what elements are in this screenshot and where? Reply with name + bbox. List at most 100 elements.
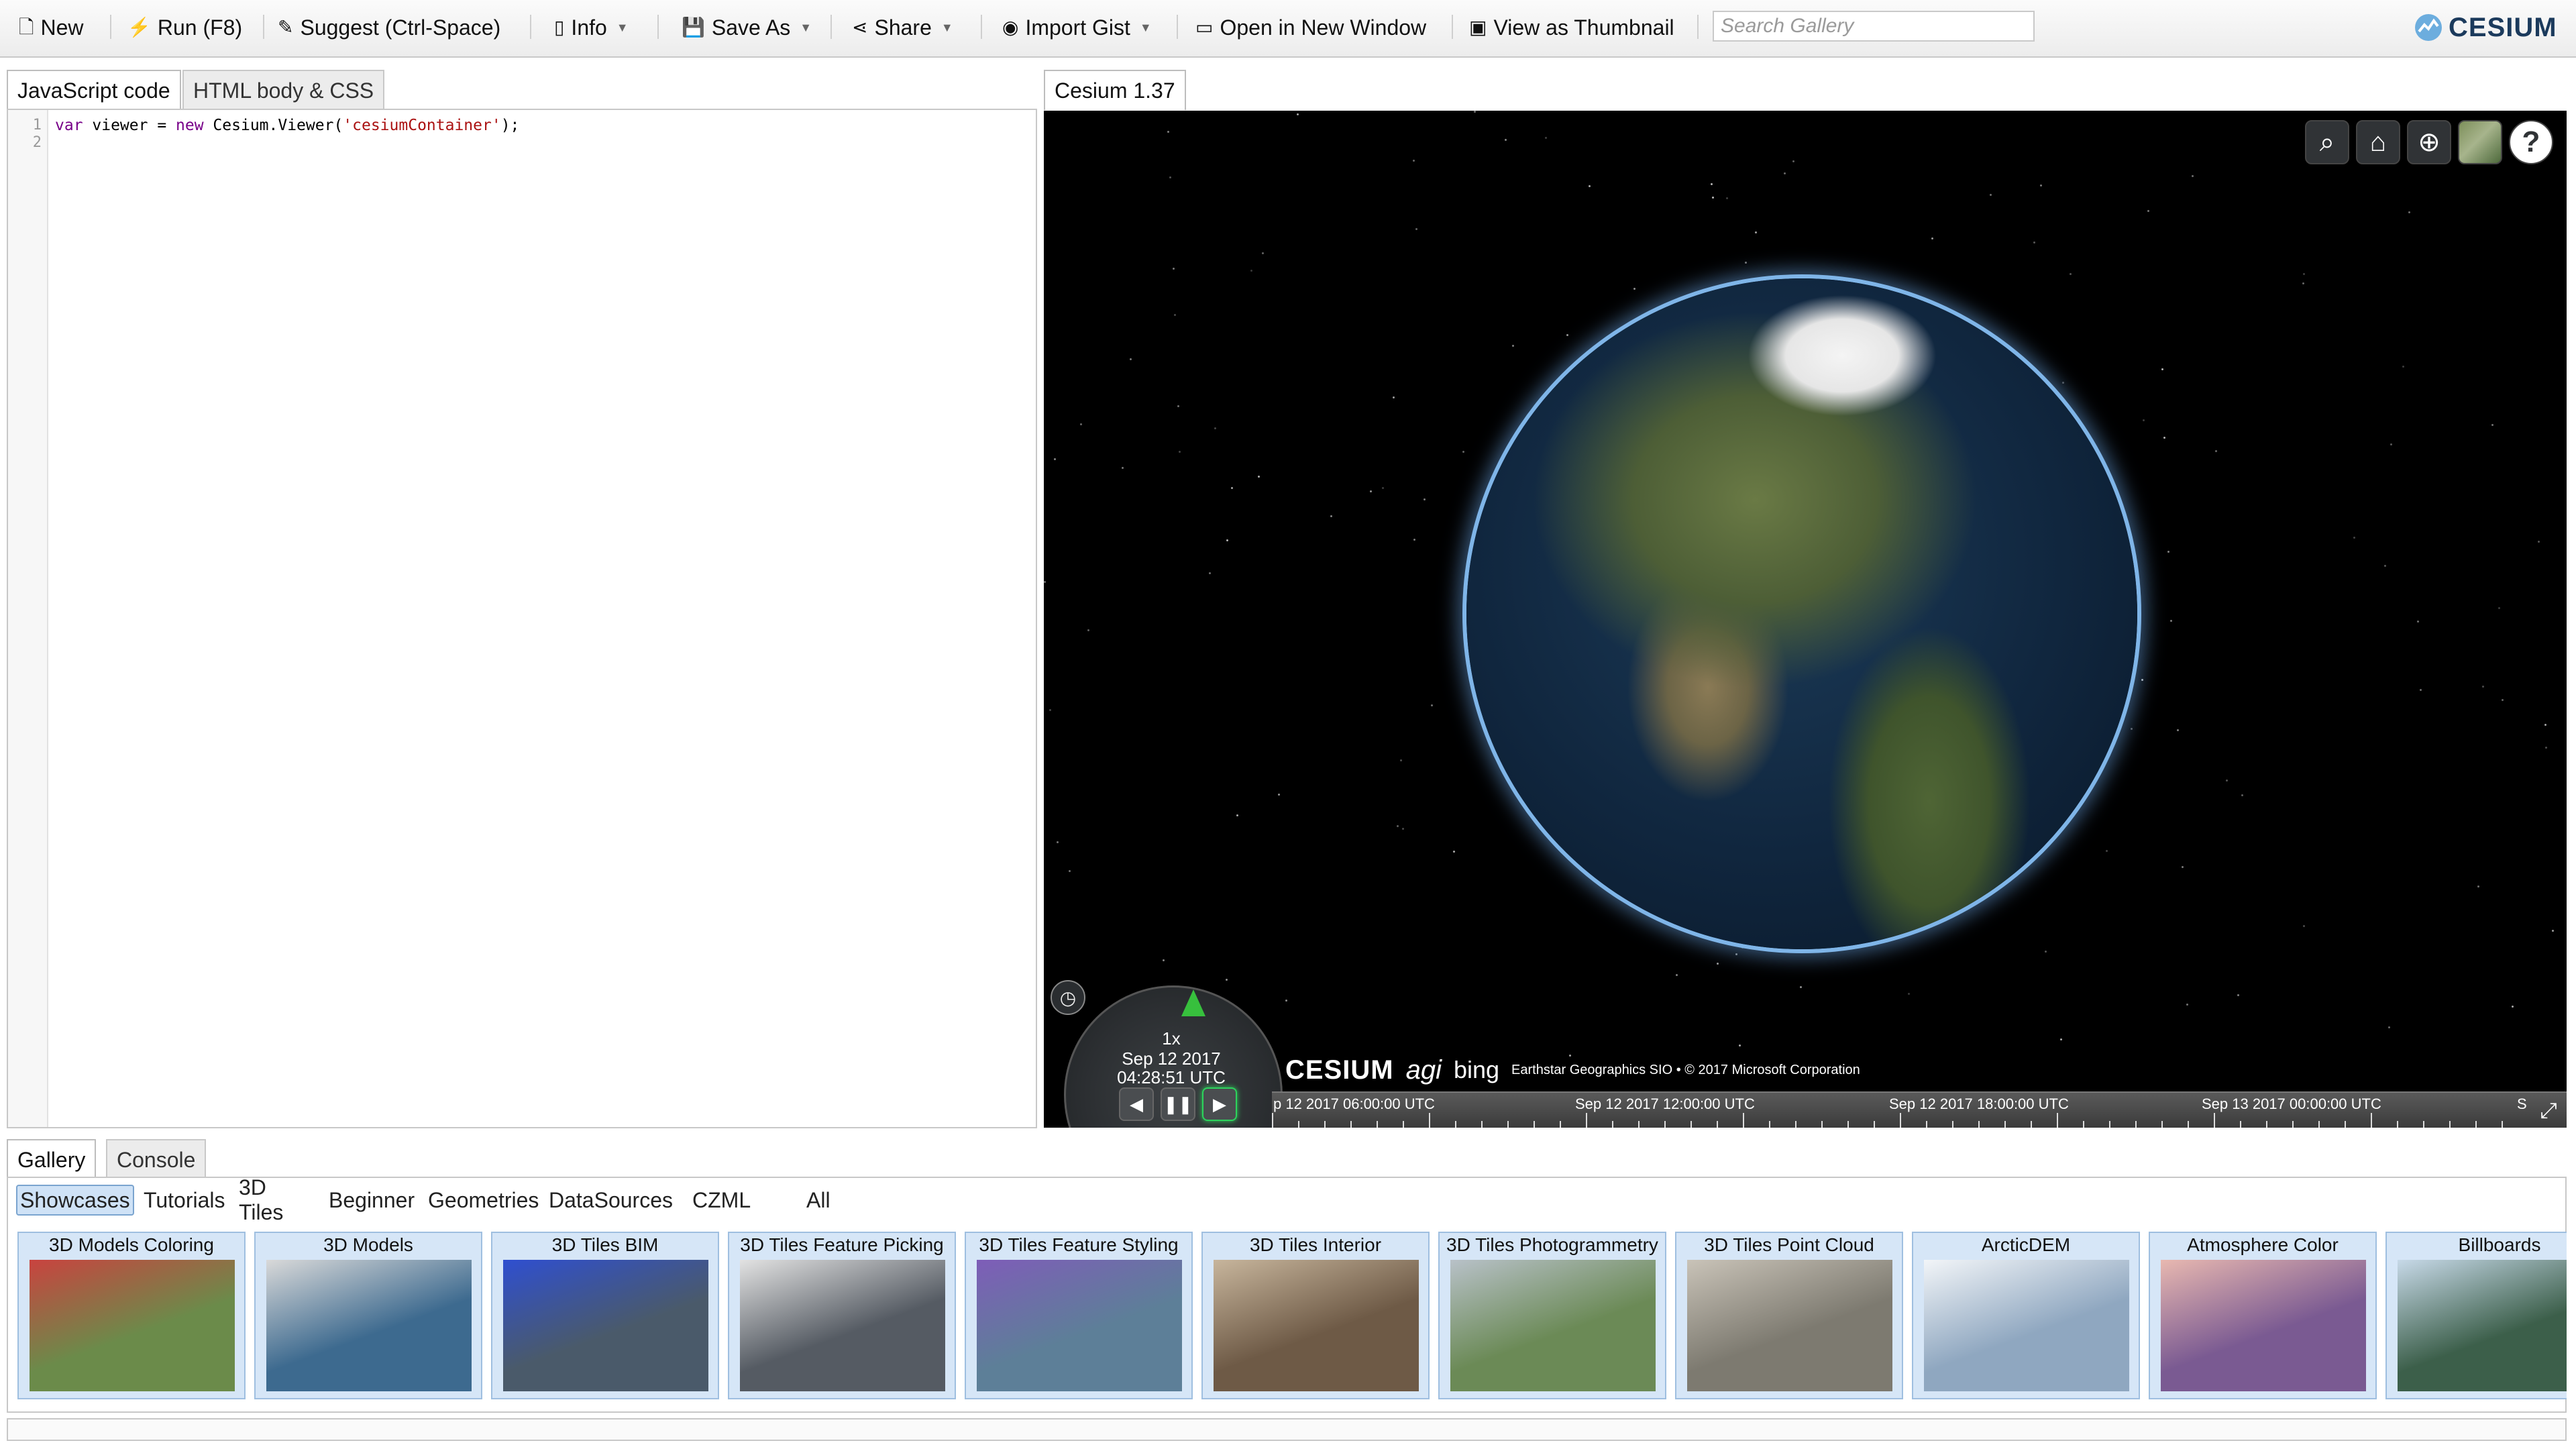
gallery-item[interactable]: ArcticDEM (1912, 1232, 2140, 1399)
bing-credit-logo[interactable]: bing (1454, 1056, 1499, 1084)
cesium-credit-logo[interactable]: CESIUM (1285, 1055, 1394, 1085)
imagery-layer-icon[interactable] (2458, 120, 2502, 164)
star (1297, 113, 1299, 115)
speed-needle-icon[interactable] (1181, 989, 1205, 1016)
category-tutorials[interactable]: Tutorials (141, 1185, 228, 1216)
gallery-item-label: 3D Tiles BIM (551, 1234, 659, 1255)
code-editor[interactable]: 1 2 var viewer = new Cesium.Viewer('cesi… (7, 109, 1037, 1128)
share-button[interactable]: ⋖ Share ▼ (852, 12, 953, 43)
star (1566, 334, 1568, 336)
gallery-panel: Showcases Tutorials 3D Tiles Beginner Ge… (7, 1175, 2567, 1413)
star (2167, 551, 2169, 553)
star (2384, 565, 2386, 567)
category-showcases[interactable]: Showcases (16, 1185, 134, 1216)
star (1057, 841, 1059, 843)
view-thumbnail-label: View as Thumbnail (1493, 15, 1674, 40)
play-forward-button[interactable]: ▶ (1202, 1087, 1237, 1121)
tab-javascript-code[interactable]: JavaScript code (7, 70, 181, 110)
open-new-window-button[interactable]: ▭ Open in New Window (1195, 12, 1426, 43)
tab-label: Cesium 1.37 (1055, 78, 1175, 103)
view-thumbnail-button[interactable]: ▣ View as Thumbnail (1469, 12, 1674, 43)
star (2303, 273, 2305, 275)
cesium-viewer[interactable]: ⌕ ⌂ ⊕ ? ◷ 1x Sep 12 2017 04:28:51 UTC ◀ … (1044, 111, 2567, 1128)
timeline[interactable]: p 12 2017 06:00:00 UTC Sep 12 2017 12:00… (1272, 1091, 2567, 1128)
gallery-item[interactable]: 3D Models (254, 1232, 482, 1399)
star (1169, 176, 1171, 178)
tab-console[interactable]: Console (106, 1139, 207, 1179)
animation-time: 04:28:51 UTC (1117, 1067, 1226, 1087)
run-button[interactable]: ⚡ Run (F8) (127, 12, 242, 43)
chevron-down-icon: ▼ (800, 20, 812, 34)
agi-credit-logo[interactable]: agi (1406, 1055, 1442, 1085)
run-label: Run (F8) (157, 15, 243, 40)
star (2491, 424, 2493, 426)
gallery-item[interactable]: 3D Tiles BIM (491, 1232, 719, 1399)
gallery-item[interactable]: 3D Tiles Feature Picking (728, 1232, 956, 1399)
tab-gallery[interactable]: Gallery (7, 1139, 97, 1179)
timeline-label: Sep 12 2017 18:00:00 UTC (1889, 1095, 2069, 1112)
star (2498, 607, 2500, 609)
star (1726, 197, 1728, 199)
timeline-tick (2057, 1113, 2058, 1128)
timeline-tick (2266, 1121, 2267, 1128)
timeline-tick (1717, 1121, 1718, 1128)
search-gallery-input[interactable] (1713, 11, 2035, 42)
thumbnail-icon: ▣ (1469, 17, 1487, 38)
gallery-item-thumbnail (1924, 1260, 2129, 1391)
pause-button[interactable]: ❚❚ (1161, 1087, 1195, 1121)
gallery-item[interactable]: Billboards (2385, 1232, 2567, 1399)
timeline-tick (2031, 1121, 2032, 1128)
globe-icon[interactable]: ⊕ (2407, 120, 2451, 164)
timeline-tick (2109, 1121, 2110, 1128)
star (2237, 994, 2239, 996)
save-as-button[interactable]: 💾 Save As ▼ (682, 12, 812, 43)
play-reverse-button[interactable]: ◀ (1119, 1087, 1154, 1121)
import-gist-button[interactable]: ◉ Import Gist ▼ (1002, 12, 1152, 43)
new-button[interactable]: 🗋 New (19, 12, 84, 43)
category-datasources[interactable]: DataSources (546, 1185, 676, 1216)
chevron-down-icon: ▼ (616, 20, 629, 34)
search-icon[interactable]: ⌕ (2305, 120, 2349, 164)
timeline-tick (2449, 1121, 2451, 1128)
gallery-item[interactable]: 3D Tiles Feature Styling (965, 1232, 1193, 1399)
code-line[interactable]: var viewer = new Cesium.Viewer('cesiumCo… (55, 117, 519, 134)
share-icon: ⋖ (852, 17, 868, 38)
info-button[interactable]: ▯ Info ▼ (554, 12, 629, 43)
timeline-tick (1900, 1113, 1901, 1128)
star (1784, 172, 1786, 174)
category-all[interactable]: All (804, 1185, 833, 1216)
star (2163, 437, 2165, 439)
gallery-item[interactable]: 3D Tiles Interior (1201, 1232, 1430, 1399)
help-icon[interactable]: ? (2509, 120, 2553, 164)
star (1069, 870, 1071, 872)
info-label: Info (571, 15, 607, 40)
category-3d-tiles[interactable]: 3D Tiles (236, 1175, 286, 1224)
gallery-item[interactable]: 3D Tiles Point Cloud (1675, 1232, 1903, 1399)
star (1413, 539, 1415, 541)
category-geometries[interactable]: Geometries (425, 1185, 541, 1216)
star (1755, 231, 1757, 233)
gallery-item[interactable]: 3D Models Coloring (17, 1232, 246, 1399)
tab-cesium-viewer[interactable]: Cesium 1.37 (1044, 70, 1186, 110)
clock-icon[interactable]: ◷ (1051, 980, 1085, 1015)
globe[interactable] (1466, 278, 2137, 949)
category-beginner[interactable]: Beginner (326, 1185, 417, 1216)
star (1226, 539, 1228, 541)
star (2106, 850, 2108, 852)
star (2353, 537, 2355, 539)
gallery-item-thumbnail (266, 1260, 472, 1391)
star (1173, 268, 1175, 270)
tab-html-body-css[interactable]: HTML body & CSS (182, 70, 385, 110)
star (1908, 993, 1910, 995)
fullscreen-icon[interactable]: ⤢ (2530, 1093, 2567, 1128)
star (1236, 814, 1238, 816)
gallery-item[interactable]: Atmosphere Color (2149, 1232, 2377, 1399)
star (2045, 951, 2047, 953)
chevron-down-icon: ▼ (941, 20, 953, 34)
suggest-button[interactable]: ✎ Suggest (Ctrl-Space) (278, 12, 500, 43)
timeline-tick (1586, 1113, 1587, 1128)
gallery-item[interactable]: 3D Tiles Photogrammetry (1438, 1232, 1666, 1399)
home-icon[interactable]: ⌂ (2356, 120, 2400, 164)
category-czml[interactable]: CZML (690, 1185, 753, 1216)
viewer-tabs: Cesium 1.37 (1044, 70, 2567, 110)
